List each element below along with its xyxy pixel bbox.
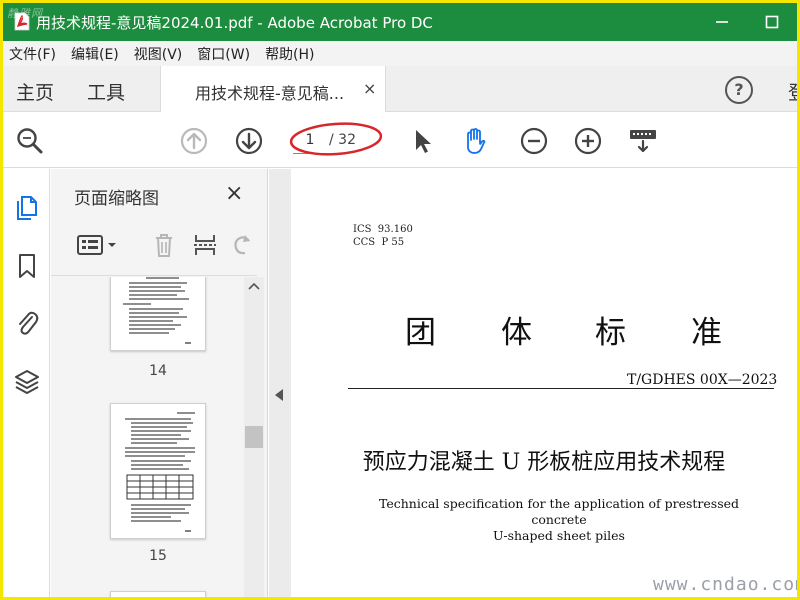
document-title-en: Technical specification for the applicat… <box>351 496 767 544</box>
minimize-button[interactable] <box>709 9 735 35</box>
zoom-out-icon[interactable] <box>518 125 550 157</box>
ics-ccs-codes: ICS 93.160 CCS P 55 <box>353 224 413 248</box>
sign-in-link[interactable]: 登 <box>788 78 797 105</box>
menu-edit[interactable]: 编辑(E) <box>65 44 128 64</box>
bookmark-icon[interactable] <box>13 252 41 280</box>
thumbnail-list: 14 15 <box>51 277 268 597</box>
tab-row: 主页 工具 用技术规程-意见稿... × ? 登 <box>3 66 797 112</box>
title-en-line: Technical specification for the applicat… <box>378 496 740 527</box>
next-page-icon[interactable] <box>233 125 265 157</box>
app-window: 静雅网 用技术规程-意见稿2024.01.pdf - Adobe Acrobat… <box>3 3 797 597</box>
collapse-left-icon[interactable] <box>275 389 283 401</box>
minimize-icon <box>716 21 728 23</box>
select-cursor-icon[interactable] <box>406 125 438 157</box>
scrollbar-thumb[interactable] <box>245 426 263 448</box>
scroll-mode-icon[interactable] <box>627 125 659 157</box>
page-preview <box>125 412 195 532</box>
page-number-input[interactable] <box>293 126 327 154</box>
thumbnail-options-icon[interactable] <box>75 231 121 259</box>
standard-type-char: 标 <box>595 315 626 351</box>
page-preview <box>123 277 191 344</box>
menu-bar: 文件(F) 编辑(E) 视图(V) 窗口(W) 帮助(H) <box>3 41 797 66</box>
header-rule <box>348 388 774 389</box>
panel-collapse-strip[interactable] <box>269 169 291 597</box>
delete-page-icon[interactable] <box>149 231 179 259</box>
document-page: ICS 93.160 CCS P 55 团 体 标 准 T/GDHES 00X—… <box>291 169 797 597</box>
document-tab-label: 用技术规程-意见稿... <box>195 84 345 103</box>
insert-page-icon[interactable] <box>190 231 220 259</box>
help-icon[interactable]: ? <box>725 76 753 104</box>
maximize-icon <box>765 15 779 29</box>
site-watermark: www.cndao.com <box>653 574 797 595</box>
standard-type-char: 准 <box>691 315 722 351</box>
window-title: 用技术规程-意见稿2024.01.pdf - Adobe Acrobat Pro… <box>36 14 433 32</box>
layers-icon[interactable] <box>13 367 41 395</box>
standard-type-char: 团 <box>405 315 436 351</box>
page-thumbnails-icon[interactable] <box>13 193 41 221</box>
tab-tools[interactable]: 工具 <box>87 78 125 105</box>
thumbnails-panel: 页面缩略图 × 14 15 <box>51 169 268 597</box>
thumbnail-page-number: 14 <box>149 363 167 379</box>
zoom-search-icon[interactable] <box>14 125 46 157</box>
close-panel-icon[interactable]: × <box>225 181 243 206</box>
tab-document[interactable]: 用技术规程-意见稿... × <box>160 66 386 112</box>
page-thumbnail[interactable] <box>110 277 206 351</box>
title-en-line: U-shaped sheet piles <box>493 528 625 543</box>
page-thumbnail[interactable] <box>110 591 206 597</box>
rotate-page-icon[interactable] <box>231 231 253 259</box>
navigation-rail <box>3 169 50 597</box>
close-tab-icon[interactable]: × <box>363 79 376 98</box>
title-bar: 静雅网 用技术规程-意见稿2024.01.pdf - Adobe Acrobat… <box>3 3 797 41</box>
menu-window[interactable]: 窗口(W) <box>191 44 259 64</box>
page-thumbnail[interactable] <box>110 403 206 539</box>
zoom-in-icon[interactable] <box>572 125 604 157</box>
panel-toolbar-divider <box>51 275 257 276</box>
menu-file[interactable]: 文件(F) <box>3 44 65 64</box>
maximize-button[interactable] <box>759 9 785 35</box>
main-toolbar: / 32 <box>3 112 797 168</box>
page-total: / 32 <box>329 132 356 148</box>
standard-number: T/GDHES 00X—2023 <box>627 372 778 388</box>
menu-view[interactable]: 视图(V) <box>128 44 192 64</box>
document-title-cn: 预应力混凝土 U 形板桩应用技术规程 <box>362 450 726 475</box>
standard-type-char: 体 <box>501 315 532 351</box>
tab-home[interactable]: 主页 <box>16 78 54 105</box>
previous-page-icon[interactable] <box>178 125 210 157</box>
attachment-icon[interactable] <box>13 309 41 337</box>
thumbnail-scrollbar[interactable] <box>244 277 264 597</box>
menu-help[interactable]: 帮助(H) <box>259 44 323 64</box>
thumbnail-page-number: 15 <box>149 548 167 564</box>
panel-title: 页面缩略图 <box>74 189 159 209</box>
scroll-up-icon[interactable] <box>247 281 261 291</box>
hand-tool-icon[interactable] <box>459 125 491 157</box>
